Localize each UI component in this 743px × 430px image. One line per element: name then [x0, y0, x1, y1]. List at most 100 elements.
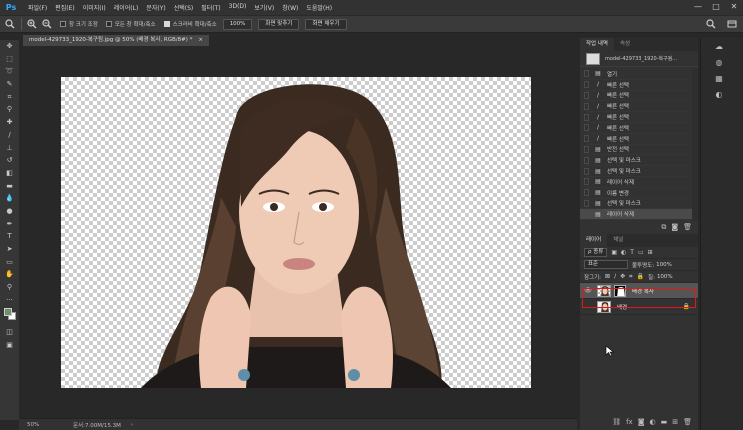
history-source-box[interactable]: [584, 81, 589, 89]
tab-properties[interactable]: 속성: [614, 38, 636, 51]
history-source-box[interactable]: [584, 145, 589, 153]
blur-tool-icon[interactable]: 💧: [0, 192, 19, 205]
menu-item[interactable]: 3D(D): [225, 3, 251, 12]
checkbox-checked[interactable]: [163, 21, 170, 27]
camera-icon[interactable]: ◙: [671, 223, 678, 231]
gradient-tool-icon[interactable]: ▬: [0, 180, 19, 193]
link-layers-icon[interactable]: ⛓: [612, 418, 621, 426]
healing-brush-tool-icon[interactable]: ✚: [0, 116, 19, 129]
history-item[interactable]: ▤ 레이어 삭제: [580, 177, 692, 188]
history-item[interactable]: ▤ 이름 변경: [580, 188, 692, 199]
workspace-icon[interactable]: [726, 19, 737, 30]
eraser-tool-icon[interactable]: ◧: [0, 167, 19, 180]
menu-item[interactable]: 보기(V): [250, 3, 278, 12]
tab-layers[interactable]: 레이어: [580, 234, 608, 247]
history-scrollbar[interactable]: [692, 69, 698, 221]
opacity-value[interactable]: 100%: [656, 262, 672, 268]
history-source-box[interactable]: [584, 124, 589, 132]
group-folder-icon[interactable]: ▬: [661, 418, 668, 426]
type-tool-icon[interactable]: T: [0, 230, 19, 243]
move-tool-icon[interactable]: ✥: [0, 40, 19, 53]
fit-screen-button[interactable]: 화면 맞추기: [258, 18, 300, 30]
filter-smart-icon[interactable]: ⊞: [648, 249, 653, 256]
new-document-from-state-icon[interactable]: ⧉: [661, 223, 666, 232]
filter-adjust-icon[interactable]: ◐: [621, 249, 626, 256]
close-tab-icon[interactable]: ×: [198, 35, 203, 46]
clone-stamp-tool-icon[interactable]: ⊥: [0, 142, 19, 155]
fill-value[interactable]: 100%: [657, 274, 673, 280]
maximize-button[interactable]: □: [711, 2, 721, 12]
search-icon[interactable]: [705, 19, 716, 30]
history-source-box[interactable]: [584, 70, 589, 78]
menu-item[interactable]: 문자(Y): [142, 3, 169, 12]
menu-item[interactable]: 레이어(L): [110, 3, 143, 12]
fill-screen-button[interactable]: 화면 채우기: [305, 18, 347, 30]
menu-item[interactable]: 필터(T): [197, 3, 224, 12]
add-mask-icon[interactable]: ◙: [638, 418, 645, 426]
history-item[interactable]: ∕ 빠른 선택: [580, 91, 692, 102]
menu-item[interactable]: 파일(F): [24, 3, 51, 12]
screen-mode-icon[interactable]: ▣: [0, 339, 19, 352]
checkbox[interactable]: [60, 21, 66, 27]
lock-all-icon[interactable]: 🔒: [637, 273, 644, 280]
zoom-out-icon[interactable]: [41, 18, 52, 30]
path-select-tool-icon[interactable]: ➤: [0, 243, 19, 256]
document-tab[interactable]: model-429733_1920-복구됨.jpg @ 50% (배경 복사, …: [23, 35, 209, 46]
history-brush-tool-icon[interactable]: ↺: [0, 154, 19, 167]
zoom-100-button[interactable]: 100%: [222, 18, 253, 30]
resize-windows-check[interactable]: 창 크기 조정: [60, 20, 98, 28]
history-source-box[interactable]: [584, 199, 589, 207]
crop-tool-icon[interactable]: ⌗: [0, 91, 19, 104]
history-item[interactable]: ∕ 빠른 선택: [580, 112, 692, 123]
history-item[interactable]: ▤ 선택 및 마스크: [580, 199, 692, 210]
adjustment-layer-icon[interactable]: ◐: [650, 418, 656, 426]
close-window-button[interactable]: ✕: [729, 2, 739, 12]
zoom-level[interactable]: 50%: [27, 422, 53, 428]
brush-tool-icon[interactable]: ∕: [0, 129, 19, 142]
adjustments-panel-icon[interactable]: ◐: [707, 88, 731, 102]
foreground-color-swatch[interactable]: [4, 308, 12, 317]
zoom-in-icon[interactable]: [26, 18, 37, 30]
more-tools-icon[interactable]: ···: [0, 294, 19, 307]
quick-select-tool-icon[interactable]: ✎: [0, 78, 19, 91]
history-item[interactable]: ∕ 빠른 선택: [580, 123, 692, 134]
hand-tool-icon[interactable]: ✋: [0, 268, 19, 281]
history-item[interactable]: ∕ 빠른 선택: [580, 134, 692, 145]
history-item[interactable]: ∕ 빠른 선택: [580, 80, 692, 91]
checkbox[interactable]: [105, 21, 112, 27]
filter-kind-select[interactable]: ρ 종류: [584, 248, 608, 257]
history-source-box[interactable]: [584, 113, 589, 121]
lock-transparent-icon[interactable]: ⊠: [605, 273, 610, 280]
menu-item[interactable]: 선택(S): [170, 3, 198, 12]
history-source-box[interactable]: [584, 189, 589, 197]
history-item[interactable]: ▤ 반전 선택: [580, 145, 692, 156]
history-item[interactable]: ▤ 선택 및 마스크: [580, 155, 692, 167]
history-source-box[interactable]: [584, 135, 589, 143]
rectangle-tool-icon[interactable]: ▭: [0, 256, 19, 269]
zoom-tool-icon[interactable]: ⚲: [0, 281, 19, 294]
history-source-box[interactable]: [584, 210, 589, 218]
history-source-box[interactable]: [584, 156, 589, 164]
quick-mask-icon[interactable]: ◫: [0, 326, 19, 339]
menu-item[interactable]: 창(W): [278, 3, 302, 12]
menu-item[interactable]: 도움말(H): [302, 3, 336, 12]
history-source-box[interactable]: [584, 102, 589, 110]
marquee-tool-icon[interactable]: ⬚: [0, 53, 19, 66]
history-source-box[interactable]: [584, 91, 589, 99]
status-menu-arrow[interactable]: ›: [131, 422, 133, 428]
filter-image-icon[interactable]: ▣: [611, 249, 617, 256]
delete-layer-icon[interactable]: 🗑: [683, 418, 692, 426]
lock-artboard-icon[interactable]: ⌗: [629, 273, 632, 281]
history-item[interactable]: ▤ 선택 및 마스크: [580, 166, 692, 177]
menu-item[interactable]: 이미지(I): [79, 3, 110, 12]
tab-history[interactable]: 작업 내역: [580, 38, 614, 51]
color-panel-icon[interactable]: ◍: [707, 56, 731, 70]
scrubby-zoom-check[interactable]: 스크러비 확대/축소: [163, 20, 217, 28]
color-swatches[interactable]: [0, 306, 19, 326]
menu-item[interactable]: 편집(E): [51, 3, 79, 12]
tab-channels[interactable]: 채널: [607, 234, 629, 247]
zoom-all-windows-check[interactable]: 모든 창 확대/축소: [105, 20, 156, 28]
blend-mode-select[interactable]: 표준: [584, 260, 628, 269]
zoom-tool-icon[interactable]: [4, 18, 15, 30]
layer-style-icon[interactable]: fx: [626, 418, 633, 426]
